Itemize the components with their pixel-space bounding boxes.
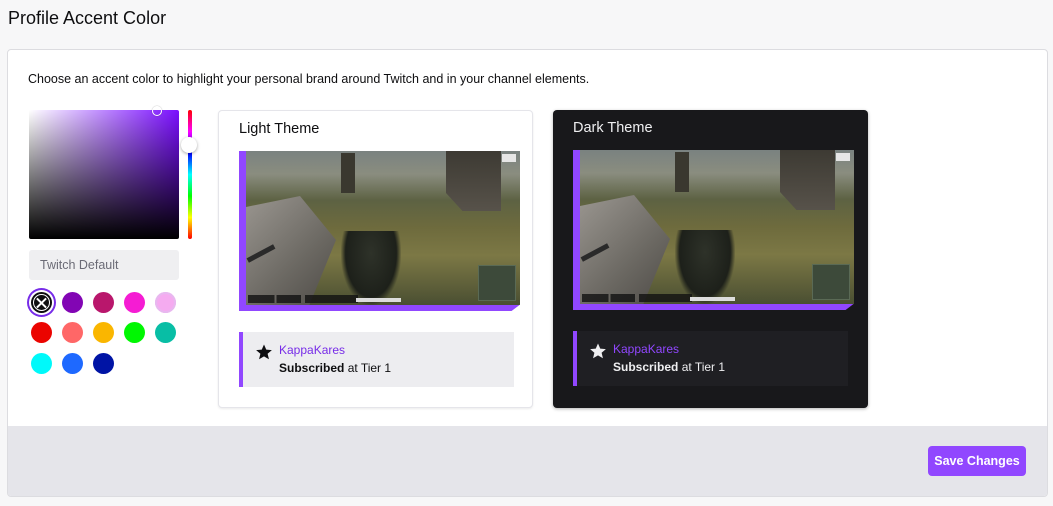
card-footer: Save Changes [8,426,1047,496]
color-hex-input[interactable] [29,250,179,280]
page-title: Profile Accent Color [8,8,167,28]
swatch-green[interactable] [124,322,145,343]
dark-theme-title: Dark Theme [573,120,653,136]
subscriber-username: KappaKares [613,342,680,356]
subscription-alert: KappaKares Subscribed at Tier 1 [239,332,514,387]
close-icon [33,294,50,311]
swatch-coral[interactable] [62,322,83,343]
video-preview-frame [573,150,854,310]
swatch-magenta[interactable] [93,292,114,313]
swatch-blue[interactable] [62,353,83,374]
swatch-navy[interactable] [93,353,114,374]
swatch-orange[interactable] [93,322,114,343]
swatch-purple[interactable] [62,292,83,313]
hue-slider-handle[interactable] [181,137,197,153]
subscription-alert: KappaKares Subscribed at Tier 1 [573,331,848,386]
swatch-cyan[interactable] [31,353,52,374]
description-text: Choose an accent color to highlight your… [28,72,590,86]
hue-slider[interactable] [181,110,197,239]
subscription-text: Subscribed at Tier 1 [613,360,726,374]
swatch-lavender[interactable] [155,292,176,313]
accent-bar [573,331,577,386]
subscriber-username: KappaKares [279,343,346,357]
swatch-teal[interactable] [155,322,176,343]
accent-color-card: Choose an accent color to highlight your… [7,49,1048,497]
star-icon [590,343,606,359]
save-changes-button[interactable]: Save Changes [928,446,1026,476]
video-preview-frame [239,151,520,311]
video-thumbnail [246,151,520,305]
video-thumbnail [580,150,854,304]
swatch-twitch-default[interactable] [31,292,52,313]
light-theme-preview: Light Theme KappaKares Subscribed at Tie… [218,110,533,408]
accent-bar [239,332,243,387]
swatch-pink[interactable] [124,292,145,313]
subscription-text: Subscribed at Tier 1 [279,361,392,375]
swatch-red[interactable] [31,322,52,343]
saturation-handle[interactable] [152,106,162,116]
light-theme-title: Light Theme [239,121,320,137]
star-icon [256,344,272,360]
dark-theme-preview: Dark Theme KappaKares Subscribed at Tier… [553,110,868,408]
saturation-value-picker[interactable] [29,106,179,239]
